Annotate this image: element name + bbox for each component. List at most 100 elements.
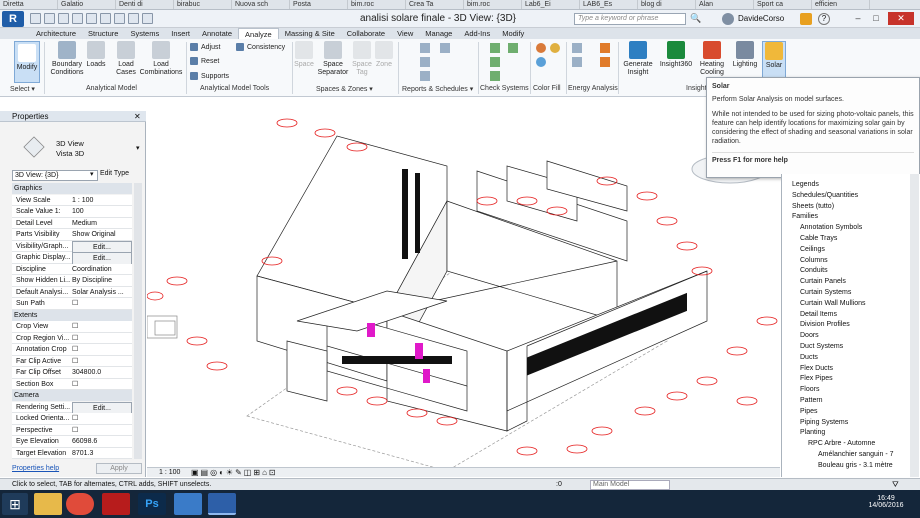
reset-button[interactable]: Reset [190, 57, 219, 66]
clock[interactable]: 16:49 14/06/2016 [856, 495, 916, 509]
browser-item[interactable]: Curtain Systems [800, 288, 851, 297]
browser-item[interactable]: Division Profiles [800, 320, 850, 329]
boundary-conditions-button[interactable]: Boundary Conditions [48, 41, 86, 77]
property-value[interactable]: Solar Analysis ... [72, 287, 132, 298]
run-energy-icon[interactable] [600, 57, 610, 67]
space-button[interactable]: Space [294, 41, 314, 69]
property-value[interactable]: ☐ [72, 425, 132, 436]
print-icon[interactable] [86, 13, 97, 24]
browser-tab[interactable]: Nuova sch [232, 0, 290, 9]
browser-tab[interactable]: Posta [290, 0, 348, 9]
edit-type-button[interactable]: Edit Type [100, 170, 129, 177]
tab-analyze[interactable]: Analyze [238, 28, 279, 39]
browser-tab[interactable]: LAB6_Es [580, 0, 638, 9]
browser-item[interactable]: Curtain Wall Mullions [800, 299, 865, 308]
property-row[interactable]: Eye Elevation 66098.6 [12, 436, 132, 448]
property-row[interactable]: Far Clip Active ☐ [12, 355, 132, 367]
browser-item[interactable]: Planting [800, 428, 825, 437]
section-extents[interactable]: Extents [12, 309, 132, 321]
property-value[interactable]: ☐ [72, 333, 132, 344]
3d-viewport[interactable] [147, 111, 780, 467]
property-value[interactable]: ☐ [72, 298, 132, 309]
user-name[interactable]: DavideCorso [738, 14, 784, 23]
browser-item[interactable]: Flex Ducts [800, 364, 833, 373]
property-row[interactable]: Perspective ☐ [12, 424, 132, 436]
browser-item[interactable]: Ducts [800, 353, 818, 362]
file-explorer-icon[interactable] [34, 493, 62, 515]
tab-add-ins[interactable]: Add-Ins [458, 28, 496, 39]
section-icon[interactable] [142, 13, 153, 24]
section-camera[interactable]: Camera [12, 390, 132, 401]
revit-app-button[interactable]: R [2, 11, 24, 27]
show-disconnects-icon[interactable] [490, 71, 500, 81]
property-value[interactable]: ☐ [72, 379, 132, 390]
close-button[interactable]: ✕ [888, 12, 914, 25]
browser-item[interactable]: Flex Pipes [800, 374, 833, 383]
group-reports[interactable]: Reports & Schedules ▾ [402, 85, 473, 93]
property-value[interactable]: ☐ [72, 321, 132, 332]
browser-item[interactable]: Bouleau gris - 3.1 mètre [818, 461, 893, 470]
heating-cooling-button[interactable]: Heating Cooling [698, 41, 726, 77]
browser-tab[interactable]: Alan [696, 0, 754, 9]
browser-item[interactable]: Schedules/Quantities [792, 191, 858, 200]
property-value[interactable]: 66098.6 [72, 436, 132, 447]
tab-architecture[interactable]: Architecture [30, 28, 82, 39]
redo-icon[interactable] [72, 13, 83, 24]
tab-insert[interactable]: Insert [165, 28, 196, 39]
browser-item[interactable]: Sheets (tutto) [792, 202, 834, 211]
property-value[interactable]: 100 [72, 206, 132, 217]
measure-icon[interactable] [100, 13, 111, 24]
property-row[interactable]: Scale Value 1: 100 [12, 206, 132, 218]
browser-item[interactable]: Annotation Symbols [800, 223, 862, 232]
property-row[interactable]: Show Hidden Li... By Discipline [12, 275, 132, 287]
property-value[interactable]: ☐ [72, 344, 132, 355]
open-icon[interactable] [30, 13, 41, 24]
browser-item[interactable]: Floors [800, 385, 819, 394]
autocad-icon[interactable] [102, 493, 130, 515]
property-value[interactable]: 1 : 100 [72, 195, 132, 206]
property-row[interactable]: Locked Orienta... ☐ [12, 413, 132, 425]
property-row[interactable]: Target Elevation 8701.3 [12, 447, 132, 459]
property-row[interactable]: Graphic Display... Edit... [12, 252, 132, 265]
browser-item[interactable]: Cable Trays [800, 234, 837, 243]
browser-tab[interactable]: efficien [812, 0, 870, 9]
outlook-icon[interactable] [174, 493, 202, 515]
panel-schedule-icon[interactable] [420, 57, 430, 67]
property-row[interactable]: Annotation Crop ☐ [12, 344, 132, 356]
tab-massing-site[interactable]: Massing & Site [279, 28, 341, 39]
browser-tab[interactable]: blog di [638, 0, 696, 9]
tab-view[interactable]: View [391, 28, 419, 39]
browser-tab[interactable]: birabuc [174, 0, 232, 9]
duct-report-icon[interactable] [420, 71, 430, 81]
start-button[interactable]: ⊞ [2, 493, 28, 515]
property-value[interactable]: ☐ [72, 356, 132, 367]
property-row[interactable]: Detail Level Medium [12, 217, 132, 229]
energy-optimize-icon[interactable] [572, 57, 582, 67]
property-row[interactable]: Sun Path ☐ [12, 298, 132, 310]
load-cases-button[interactable]: Load Cases [114, 41, 138, 77]
modify-button[interactable]: Modify [14, 41, 40, 83]
tab-manage[interactable]: Manage [419, 28, 458, 39]
browser-item[interactable]: Duct Systems [800, 342, 843, 351]
browser-item[interactable]: Families [792, 212, 818, 221]
search-icon[interactable]: 🔍 [690, 13, 702, 25]
browser-item[interactable]: Pipes [800, 407, 818, 416]
browser-tab[interactable]: bim.roc [464, 0, 522, 9]
property-value[interactable]: Coordination [72, 264, 132, 275]
browser-item[interactable]: Detail Items [800, 310, 837, 319]
browser-scrollbar[interactable] [910, 174, 919, 477]
report-icon[interactable] [420, 43, 430, 53]
property-value[interactable]: Show Original [72, 229, 132, 240]
browser-tab[interactable]: Lab6_Ei [522, 0, 580, 9]
property-value[interactable]: 8701.3 [72, 448, 132, 459]
property-row[interactable]: Discipline Coordination [12, 263, 132, 275]
browser-item[interactable]: Amélanchier sanguin - 7 [818, 450, 894, 459]
load-combinations-button[interactable]: Load Combinations [138, 41, 184, 77]
close-properties-icon[interactable]: ✕ [134, 112, 141, 121]
tab-collaborate[interactable]: Collaborate [341, 28, 391, 39]
color-fill-legend-icon[interactable] [536, 43, 546, 53]
property-row[interactable]: Default Analysi... Solar Analysis ... [12, 286, 132, 298]
generate-insight-button[interactable]: Generate Insight [620, 41, 656, 77]
browser-item[interactable]: Piping Systems [800, 418, 848, 427]
group-spaces-zones[interactable]: Spaces & Zones ▾ [316, 85, 373, 93]
